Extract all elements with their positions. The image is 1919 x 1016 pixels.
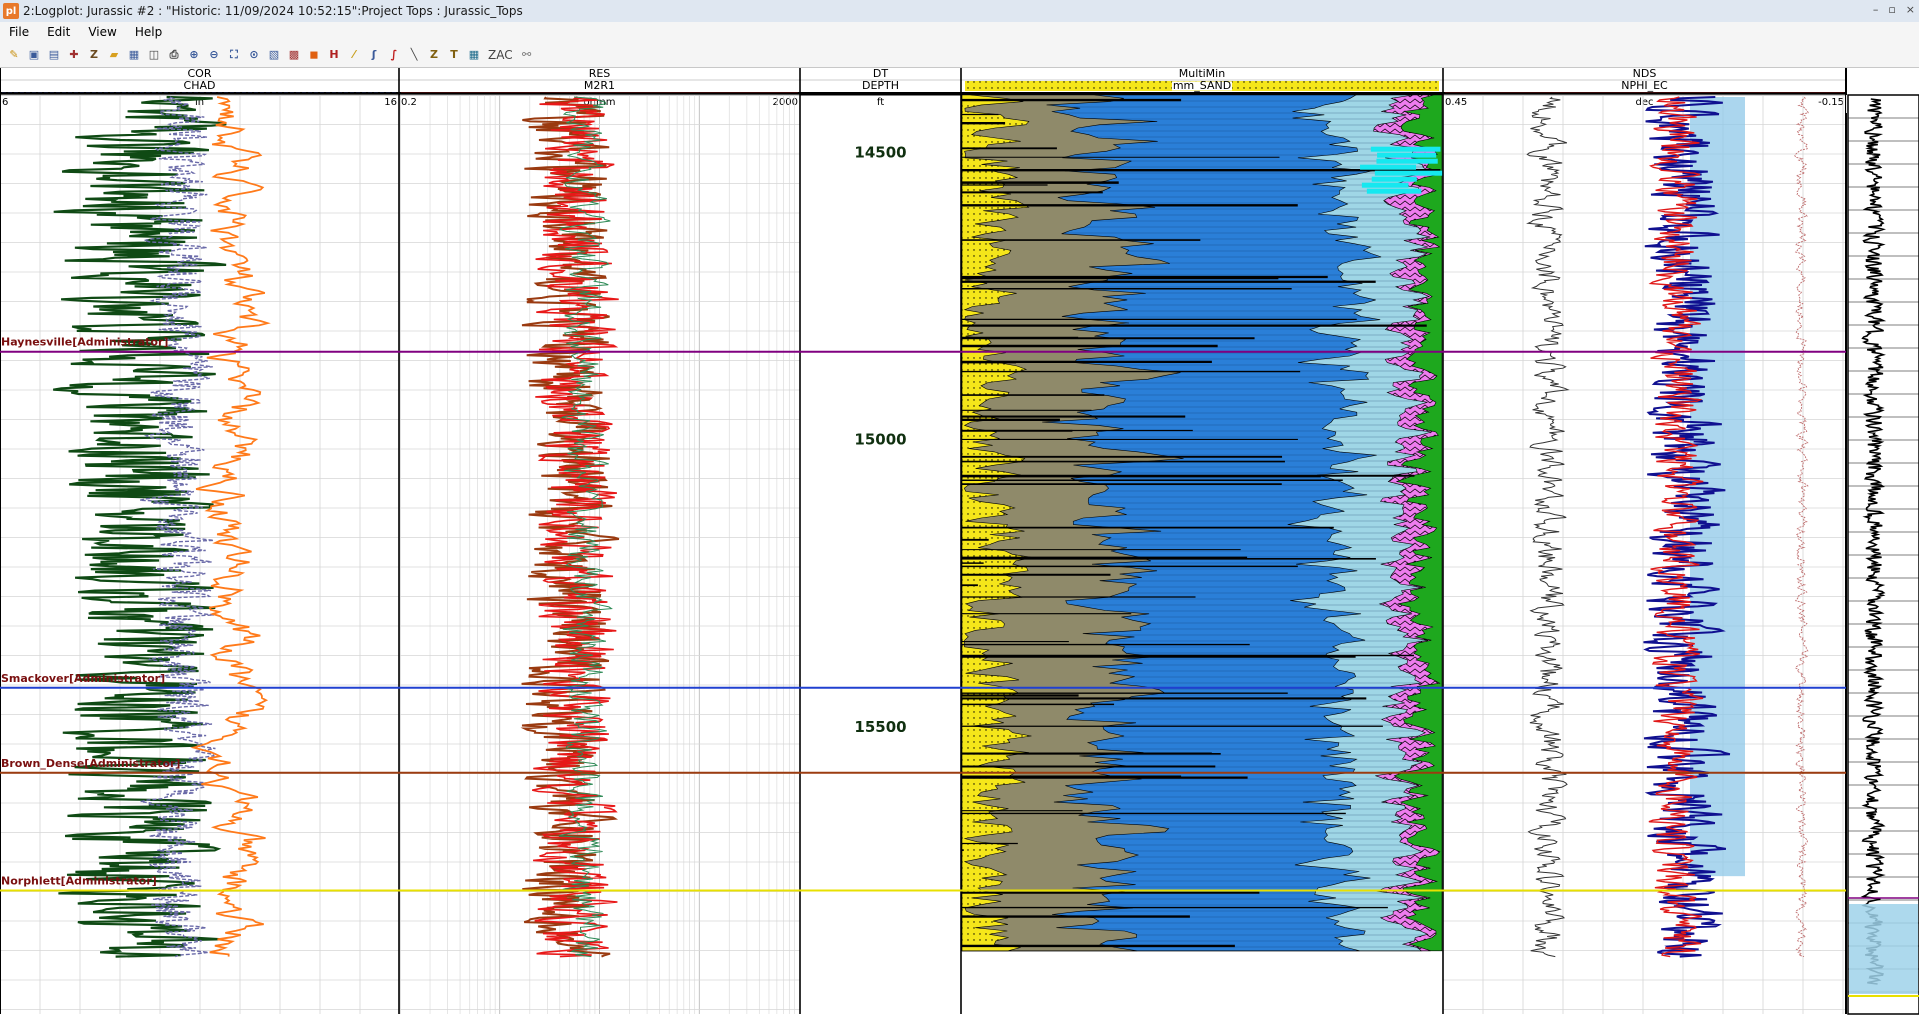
- scale-min: 0.45: [1445, 97, 1467, 108]
- minimize-icon[interactable]: –: [1873, 3, 1879, 16]
- curve-name-nphi-ec[interactable]: NPHI_EC: [1621, 79, 1668, 92]
- track-bodies: [0, 68, 1847, 1014]
- menu-view[interactable]: View: [79, 25, 125, 39]
- scale-max: -0.15: [1818, 97, 1844, 108]
- cor-curve-orange: [190, 96, 271, 957]
- print-icon[interactable]: ⎙: [166, 47, 182, 63]
- depth-label-14500: 14500: [854, 143, 906, 161]
- close-icon[interactable]: ×: [1906, 3, 1915, 16]
- open-icon[interactable]: ✎: [6, 47, 22, 63]
- z-edit-icon[interactable]: Z: [86, 47, 102, 63]
- zac-button[interactable]: ZAC: [488, 47, 513, 63]
- app-logo-icon: pl: [3, 3, 19, 19]
- depth-label-15500: 15500: [854, 718, 906, 736]
- print-preview-icon[interactable]: ◫: [146, 47, 162, 63]
- curve-name-depth[interactable]: DEPTH: [862, 79, 899, 92]
- window-controls: – ▫ ×: [1873, 3, 1915, 16]
- restore-icon[interactable]: ▫: [1888, 3, 1895, 16]
- brush-icon[interactable]: ⁄: [346, 47, 362, 63]
- grid-icon[interactable]: ▦: [466, 47, 482, 63]
- overview-strip: [1846, 94, 1919, 1015]
- scale-max: 16: [384, 97, 397, 108]
- save-icon[interactable]: ▣: [26, 47, 42, 63]
- title-bar: pl 2:Logplot: Jurassic #2 : "Historic: 1…: [0, 0, 1919, 22]
- pencil-box-icon[interactable]: ▧: [266, 47, 282, 63]
- link-icon[interactable]: ⚯: [519, 47, 535, 63]
- log-plot-canvas[interactable]: CORCHADin6 16RESM2R1ohmm0.2 2000DTDEPTHftM…: [0, 68, 1919, 1016]
- page-icon[interactable]: ▦: [126, 47, 142, 63]
- line-icon[interactable]: ╲: [406, 47, 422, 63]
- nds-crossover-fill: [1690, 97, 1745, 877]
- fill-icon[interactable]: ◼: [306, 47, 322, 63]
- curve-name-m2r1[interactable]: M2R1: [584, 79, 615, 92]
- menu-bar: File Edit View Help: [0, 22, 1919, 42]
- zoom-fit-icon[interactable]: ⛶: [226, 47, 242, 63]
- window-title: 2:Logplot: Jurassic #2 : "Historic: 11/0…: [23, 4, 523, 18]
- track-headers: CORCHADin6 16RESM2R1ohmm0.2 2000DTDEPTHftM…: [0, 68, 1919, 108]
- t-icon[interactable]: T: [446, 47, 462, 63]
- color-icon[interactable]: ▩: [286, 47, 302, 63]
- spline-icon[interactable]: ∫: [386, 47, 402, 63]
- hash-icon[interactable]: H: [326, 47, 342, 63]
- unit-label: dec: [1636, 97, 1654, 108]
- toolbar: ✎ ▣ ▤ ✚ Z ▰ ▦ ◫ ⎙ ⊕ ⊖ ⛶ ⊙ ▧ ▩ ◼ H ⁄ ʃ ∫ …: [0, 42, 1919, 68]
- unit-label: ft: [877, 97, 884, 108]
- formation-top-label[interactable]: Haynesville[Administrator]: [1, 336, 168, 349]
- nds-curve-pink: [1794, 96, 1809, 958]
- curve-name-mm-sand[interactable]: mm_SAND: [1173, 79, 1231, 92]
- curve-icon[interactable]: ʃ: [366, 47, 382, 63]
- multimin-fill: [961, 94, 1443, 952]
- folder-icon[interactable]: ▰: [106, 47, 122, 63]
- zoom-out-icon[interactable]: ⊖: [206, 47, 222, 63]
- scale-min: 6: [2, 97, 8, 108]
- scale-min: 0.2: [401, 97, 417, 108]
- menu-edit[interactable]: Edit: [38, 25, 79, 39]
- curve-name-chad[interactable]: CHAD: [184, 79, 216, 92]
- zoom-in-icon[interactable]: ⊕: [186, 47, 202, 63]
- menu-file[interactable]: File: [0, 25, 38, 39]
- log-curves: [53, 95, 1809, 958]
- depth-track: 14500 15000 15500: [854, 143, 906, 735]
- print-setup-icon[interactable]: ▤: [46, 47, 62, 63]
- depth-label-15000: 15000: [854, 431, 906, 449]
- menu-help[interactable]: Help: [126, 25, 171, 39]
- nds-curve-grey: [1526, 96, 1570, 958]
- log-plot[interactable]: COR CHAD in 6 16 RES M2R1 ohmm 0.2 2000 DT DEPTH ft M…: [0, 68, 1919, 1016]
- formation-top-label[interactable]: Smackover[Administrator]: [1, 672, 165, 685]
- formation-top-label[interactable]: Brown_Dense[Administrator]: [1, 757, 180, 770]
- z-icon[interactable]: Z: [426, 47, 442, 63]
- overview-viewport-marker[interactable]: [1849, 904, 1918, 994]
- edit-icon[interactable]: ✚: [66, 47, 82, 63]
- formation-tops: Haynesville[Administrator] Smackover[Admi…: [0, 336, 1846, 892]
- formation-top-label[interactable]: Norphlett[Administrator]: [1, 875, 157, 888]
- zoom-window-icon[interactable]: ⊙: [246, 47, 262, 63]
